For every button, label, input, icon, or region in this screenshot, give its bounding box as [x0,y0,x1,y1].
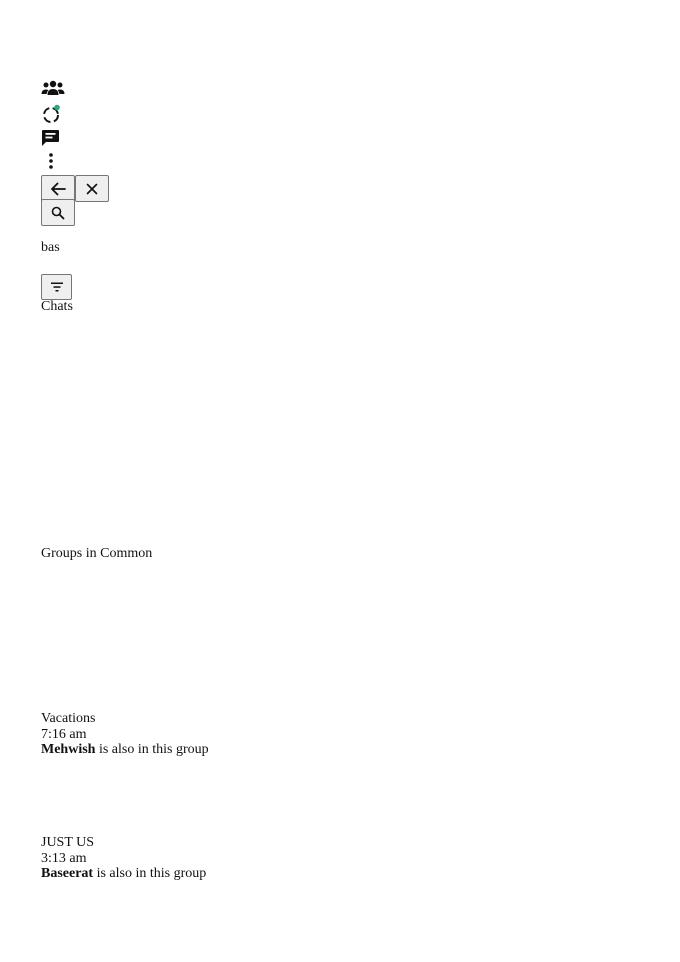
chats-section-title: Chats [41,299,73,314]
community-icon[interactable] [41,80,65,96]
close-icon [86,183,98,194]
clear-search-button[interactable] [75,175,109,202]
arrow-left-icon [51,182,66,195]
list-item[interactable]: Vacations 7:16 am Mehwish is also in thi… [41,711,209,758]
member-suffix: is also in this group [96,866,207,881]
menu-icon[interactable] [41,152,61,170]
group-members-line: Baseerat is also in this group [41,866,206,882]
filter-button[interactable] [41,274,72,300]
search-input[interactable]: bas [41,240,60,256]
member-name: Mehwish [41,742,96,757]
list-item[interactable]: JUST US 3:13 am Baseerat is also in this… [41,835,206,882]
search-button[interactable] [41,199,75,226]
search-icon [51,206,65,219]
groups-section-title: Groups in Common [41,546,153,561]
back-button[interactable] [41,175,75,202]
member-suffix: is also in this group [98,742,209,757]
group-members-line: Mehwish is also in this group [41,742,209,758]
group-name: Vacations [41,711,96,726]
group-time: 3:13 am [41,850,87,866]
group-name: JUST US [41,835,95,850]
status-icon[interactable] [41,104,63,124]
filter-icon [50,282,63,292]
group-time: 7:16 am [41,726,87,742]
member-name: Baseerat [41,866,94,881]
status-dot [54,104,60,111]
new-chat-icon[interactable] [41,129,61,147]
